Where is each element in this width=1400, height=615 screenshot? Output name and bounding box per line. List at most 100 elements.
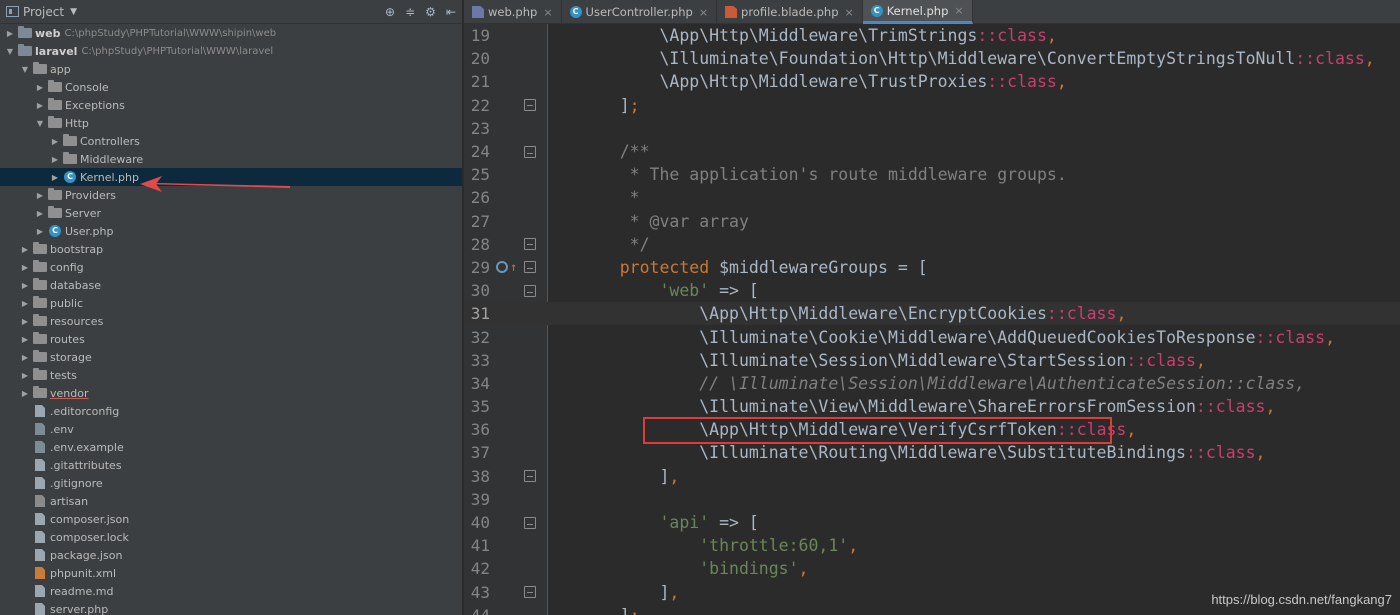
editor-tab[interactable]: profile.blade.php ×	[717, 0, 863, 24]
tree-item[interactable]: .env.example	[0, 438, 462, 456]
code-line[interactable]: 30 'web' => [	[464, 279, 1400, 302]
tree-item[interactable]: ▼ Http	[0, 114, 462, 132]
tree-item[interactable]: ▶ database	[0, 276, 462, 294]
code-line[interactable]: 38 ],	[464, 465, 1400, 488]
tree-item[interactable]: server.php	[0, 600, 462, 615]
tree-item[interactable]: composer.json	[0, 510, 462, 528]
tree-item[interactable]: .editorconfig	[0, 402, 462, 420]
expand-arrow-closed-icon[interactable]: ▶	[19, 299, 31, 308]
tree-item[interactable]: ▼ app	[0, 60, 462, 78]
tree-item[interactable]: package.json	[0, 546, 462, 564]
tree-item[interactable]: ▶ bootstrap	[0, 240, 462, 258]
code-area[interactable]: 19 \App\Http\Middleware\TrimStrings::cla…	[464, 24, 1400, 615]
code-line[interactable]: 35 \Illuminate\View\Middleware\ShareErro…	[464, 395, 1400, 418]
code-line[interactable]: 19 \App\Http\Middleware\TrimStrings::cla…	[464, 24, 1400, 47]
code-line[interactable]: 29 ↑ protected $middlewareGroups = [	[464, 256, 1400, 279]
expand-arrow-open-icon[interactable]: ▼	[34, 119, 46, 128]
code-line[interactable]: 22 ];	[464, 94, 1400, 117]
fold-marker-icon[interactable]	[524, 586, 536, 599]
code-line[interactable]: 33 \Illuminate\Session\Middleware\StartS…	[464, 349, 1400, 372]
tree-item[interactable]: ▶ Controllers	[0, 132, 462, 150]
expand-arrow-closed-icon[interactable]: ▶	[34, 191, 46, 200]
tree-item[interactable]: ▶ config	[0, 258, 462, 276]
tree-item[interactable]: ▶ public	[0, 294, 462, 312]
tree-item[interactable]: ▶ routes	[0, 330, 462, 348]
tree-item[interactable]: ▶ tests	[0, 366, 462, 384]
code-line[interactable]: 25 * The application's route middleware …	[464, 163, 1400, 186]
tree-item[interactable]: .env	[0, 420, 462, 438]
expand-arrow-closed-icon[interactable]: ▶	[19, 281, 31, 290]
tree-item[interactable]: composer.lock	[0, 528, 462, 546]
code-line[interactable]: 42 'bindings',	[464, 557, 1400, 580]
tree-item[interactable]: phpunit.xml	[0, 564, 462, 582]
fold-marker-icon[interactable]	[524, 238, 536, 251]
expand-arrow-closed-icon[interactable]: ▶	[49, 137, 61, 146]
code-line[interactable]: 39	[464, 488, 1400, 511]
code-line[interactable]: 28 */	[464, 233, 1400, 256]
expand-arrow-closed-icon[interactable]: ▶	[19, 245, 31, 254]
tree-item[interactable]: .gitattributes	[0, 456, 462, 474]
code-line[interactable]: 27 * @var array	[464, 210, 1400, 233]
code-line[interactable]: 20 \Illuminate\Foundation\Http\Middlewar…	[464, 47, 1400, 70]
tree-item[interactable]: ▶ C User.php	[0, 222, 462, 240]
fold-marker-icon[interactable]	[524, 261, 536, 274]
tree-item[interactable]: ▶ Exceptions	[0, 96, 462, 114]
expand-arrow-closed-icon[interactable]: ▶	[34, 209, 46, 218]
fold-marker-icon[interactable]	[524, 284, 536, 297]
expand-arrow-closed-icon[interactable]: ▶	[19, 353, 31, 362]
code-line[interactable]: 41 'throttle:60,1',	[464, 534, 1400, 557]
code-editor[interactable]: web.php × C UserController.php × profile.blad…	[464, 0, 1400, 615]
code-line[interactable]: 26 *	[464, 186, 1400, 209]
fold-marker-icon[interactable]	[524, 99, 536, 112]
close-icon[interactable]: ×	[954, 4, 963, 17]
chevron-down-icon[interactable]: ▼	[70, 7, 77, 17]
fold-marker-icon[interactable]	[524, 145, 536, 158]
code-line[interactable]: 32 \Illuminate\Cookie\Middleware\AddQueu…	[464, 325, 1400, 348]
code-line[interactable]: 24 /**	[464, 140, 1400, 163]
code-line[interactable]: 40 'api' => [	[464, 511, 1400, 534]
editor-tab[interactable]: C Kernel.php ×	[862, 0, 973, 24]
expand-arrow-closed-icon[interactable]: ▶	[19, 371, 31, 380]
tree-item[interactable]: ▶ storage	[0, 348, 462, 366]
editor-tab[interactable]: C UserController.php ×	[562, 0, 718, 24]
expand-arrow-closed-icon[interactable]: ▶	[19, 263, 31, 272]
expand-arrow-closed-icon[interactable]: ▶	[34, 83, 46, 92]
close-icon[interactable]: ×	[543, 6, 552, 19]
code-line[interactable]: 37 \Illuminate\Routing\Middleware\Substi…	[464, 441, 1400, 464]
expand-arrow-closed-icon[interactable]: ▶	[19, 335, 31, 344]
code-line[interactable]: 34 // \Illuminate\Session\Middleware\Aut…	[464, 372, 1400, 395]
expand-arrow-closed-icon[interactable]: ▶	[34, 101, 46, 110]
hide-panel-icon[interactable]: ⇤	[446, 5, 456, 19]
expand-arrow-closed-icon[interactable]: ▶	[19, 317, 31, 326]
tree-item[interactable]: readme.md	[0, 582, 462, 600]
code-line[interactable]: 23	[464, 117, 1400, 140]
expand-arrow-closed-icon[interactable]: ▶	[4, 29, 16, 38]
locate-file-icon[interactable]: ⊕	[385, 5, 395, 19]
project-panel-title[interactable]: Project	[23, 5, 64, 19]
tree-item[interactable]: ▼ laravel C:\phpStudy\PHPTutorial\WWW\lara…	[0, 42, 462, 60]
expand-arrow-closed-icon[interactable]: ▶	[49, 173, 61, 182]
tree-item[interactable]: ▶ resources	[0, 312, 462, 330]
go-to-parent-icon[interactable]: ↑	[510, 260, 517, 274]
close-icon[interactable]: ×	[845, 6, 854, 19]
tree-item[interactable]: ▶ web C:\phpStudy\PHPTutorial\WWW\shipin\w…	[0, 24, 462, 42]
close-icon[interactable]: ×	[699, 6, 708, 19]
expand-arrow-open-icon[interactable]: ▼	[4, 47, 16, 56]
overrides-icon[interactable]	[496, 261, 508, 274]
gear-icon[interactable]: ⚙	[425, 5, 436, 19]
tree-item[interactable]: ▶ Server	[0, 204, 462, 222]
expand-arrow-open-icon[interactable]: ▼	[19, 65, 31, 74]
tree-item[interactable]: ▶ vendor	[0, 384, 462, 402]
code-line[interactable]: 31 \App\Http\Middleware\EncryptCookies::…	[464, 302, 1400, 326]
expand-arrow-closed-icon[interactable]: ▶	[49, 155, 61, 164]
fold-marker-icon[interactable]	[524, 470, 536, 483]
tree-item[interactable]: ▶ Middleware	[0, 150, 462, 168]
fold-marker-icon[interactable]	[524, 516, 536, 529]
expand-arrow-closed-icon[interactable]: ▶	[19, 389, 31, 398]
expand-arrow-closed-icon[interactable]: ▶	[34, 227, 46, 236]
collapse-all-icon[interactable]: ≑	[405, 5, 415, 19]
tree-item[interactable]: ▶ Console	[0, 78, 462, 96]
tree-item[interactable]: .gitignore	[0, 474, 462, 492]
editor-tab[interactable]: web.php ×	[464, 0, 562, 24]
tree-item[interactable]: artisan	[0, 492, 462, 510]
